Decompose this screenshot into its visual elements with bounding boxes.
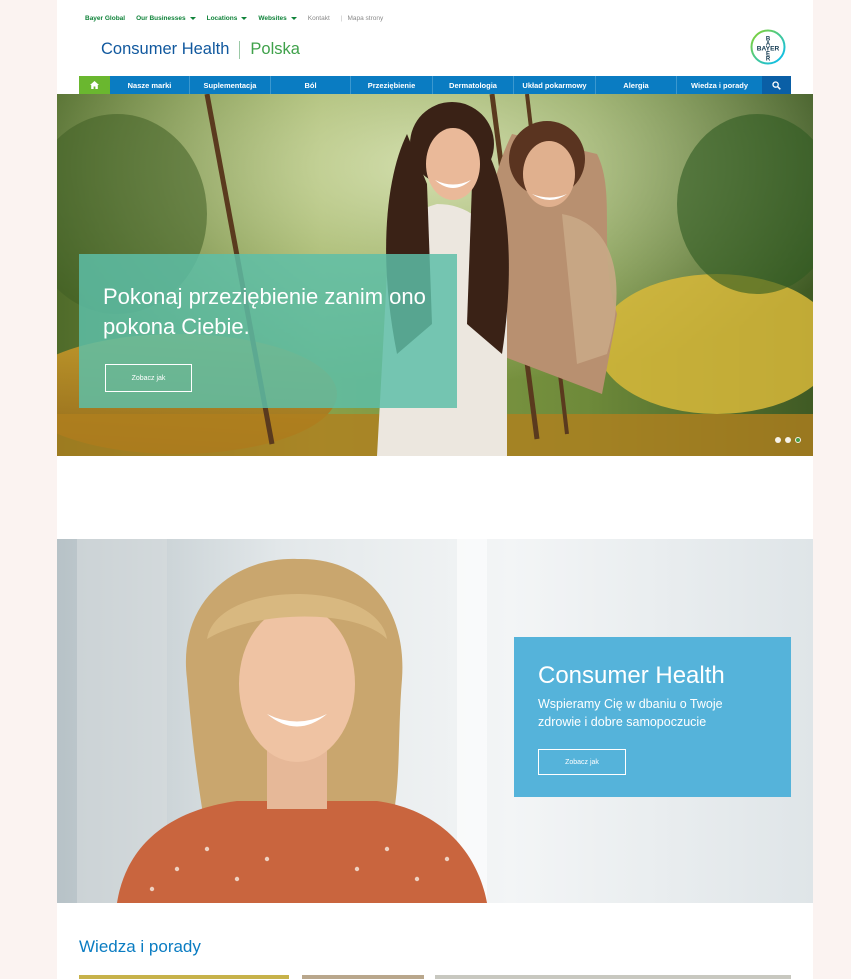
carousel-dot-2[interactable] [785,437,791,443]
chevron-down-icon [290,16,297,20]
hero-title: Pokonaj przeziębienie zanim ono pokona C… [103,284,426,339]
brand-country: Polska [250,40,300,58]
carousel-pagination [775,437,801,443]
nav-item-nasze-marki[interactable]: Nasze marki [110,76,189,94]
websites-label: Websites [258,14,287,22]
site-brand[interactable]: Consumer Health Polska [101,40,300,59]
teaser-card-3[interactable] [435,975,791,979]
section-title: Wiedza i porady [79,937,201,956]
promo-cta-button[interactable]: Zobacz jak [538,749,626,775]
brand-divider [239,40,241,59]
hero-carousel[interactable]: Pokonaj przeziębienie zanim ono pokona C… [57,94,813,456]
websites-dropdown[interactable]: Websites [258,14,297,22]
nav-item-suplementacja[interactable]: Suplementacja [189,76,270,94]
nav-home-button[interactable] [79,76,110,94]
teaser-card-2[interactable] [302,975,424,979]
global-links-bar: Bayer Global Our Businesses Locations We… [85,12,383,24]
hero-overlay: Pokonaj przeziębienie zanim ono pokona C… [79,254,457,408]
brand-name: Consumer Health [101,40,230,58]
page-container: Bayer Global Our Businesses Locations We… [57,0,813,979]
our-businesses-label: Our Businesses [136,14,186,22]
locations-label: Locations [206,14,238,22]
teaser-card-1[interactable] [79,975,289,979]
chevron-down-icon [189,16,196,20]
promo-title: Consumer Health [538,662,725,689]
nav-item-uklad-pokarmowy[interactable]: Układ pokarmowy [513,76,595,94]
hero-cta-button[interactable]: Zobacz jak [105,364,192,392]
home-icon [90,81,99,89]
main-nav: Nasze marki Suplementacja Ból Przeziębie… [79,76,791,94]
promo-overlay: Consumer Health Wspieramy Cię w dbaniu o… [514,637,791,797]
locations-dropdown[interactable]: Locations [207,15,248,22]
search-icon [772,80,781,90]
promo-banner[interactable]: Consumer Health Wspieramy Cię w dbaniu o… [57,539,813,903]
chevron-down-icon [241,16,248,20]
nav-search-button[interactable] [762,76,791,94]
util-separator: | [340,14,343,22]
nav-item-dermatologia[interactable]: Dermatologia [432,76,513,94]
sitemap-link[interactable]: Mapa strony [347,15,383,22]
carousel-dot-1[interactable] [775,437,781,443]
carousel-dot-3[interactable] [795,437,801,443]
kontakt-link[interactable]: Kontakt [308,15,330,22]
nav-item-bol[interactable]: Ból [270,76,350,94]
nav-item-przeziebienie[interactable]: Przeziębienie [350,76,432,94]
bayer-logo[interactable]: B A BAYER E R [750,29,786,65]
nav-item-wiedza-i-porady[interactable]: Wiedza i porady [676,76,762,94]
bayer-global-link[interactable]: Bayer Global [85,15,125,22]
bayer-global-label: Bayer Global [85,14,126,22]
logo-letter: R [766,57,771,63]
nav-item-alergia[interactable]: Alergia [595,76,676,94]
our-businesses-dropdown[interactable]: Our Businesses [136,15,196,22]
promo-subtitle: Wspieramy Cię w dbaniu o Twoje zdrowie i… [538,697,723,729]
